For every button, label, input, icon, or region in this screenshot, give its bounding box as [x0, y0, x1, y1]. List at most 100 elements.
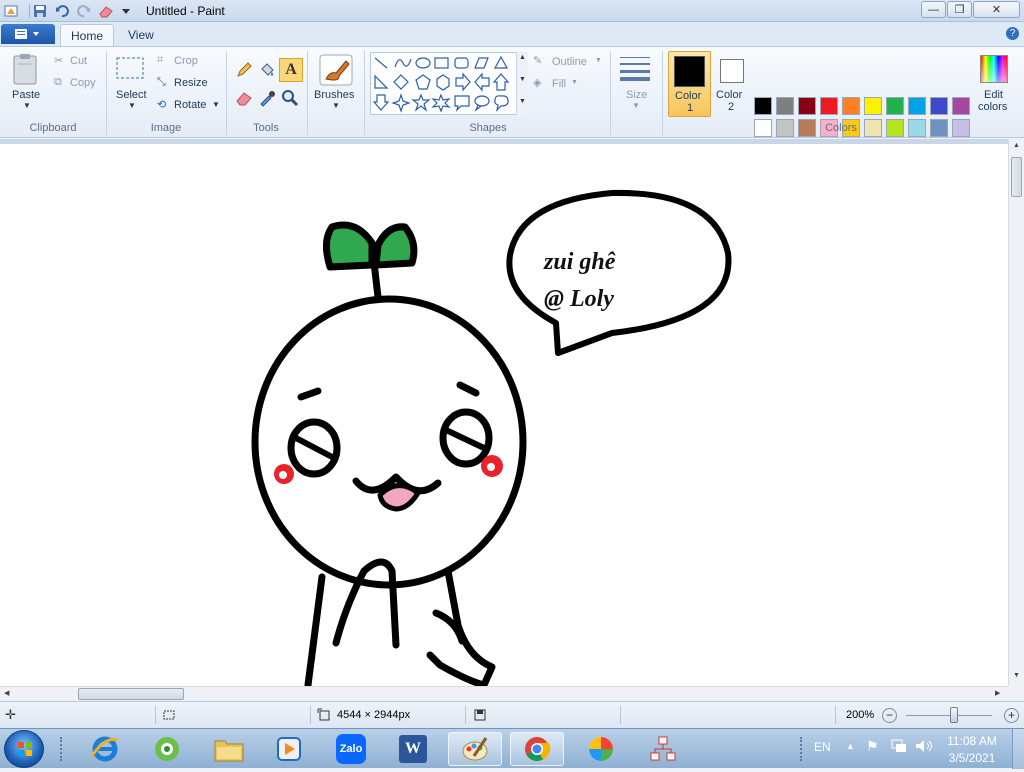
fill-button[interactable]: ◈ Fill ▼: [533, 77, 589, 93]
zoom-in-icon[interactable]: +: [1004, 708, 1019, 723]
color-swatch[interactable]: [930, 97, 948, 115]
color1-number: 1: [687, 102, 694, 114]
pencil-tool[interactable]: [233, 59, 255, 81]
show-desktop-button[interactable]: [1012, 729, 1024, 769]
color-swatch[interactable]: [842, 97, 860, 115]
tab-home[interactable]: Home: [60, 24, 115, 46]
volume-icon[interactable]: [914, 738, 934, 757]
shapes-scroll-up-icon[interactable]: ▲: [519, 54, 526, 61]
shapes-gallery[interactable]: [370, 52, 528, 115]
file-menu-button[interactable]: [1, 24, 55, 44]
copy-button[interactable]: ⧉ Copy: [52, 76, 102, 92]
cut-button[interactable]: ✂ Cut: [52, 54, 100, 70]
color1-label: Color: [675, 90, 702, 102]
redo-icon[interactable]: [76, 3, 92, 19]
eraser-tool[interactable]: [233, 87, 255, 109]
shapes-expand-icon[interactable]: ▼: [519, 98, 526, 105]
fill-icon: ◈: [533, 77, 542, 89]
fill-tool[interactable]: [256, 59, 278, 81]
start-orb-icon[interactable]: [4, 730, 44, 768]
zalo-app[interactable]: Zalo: [324, 732, 378, 766]
eraser-quick-icon[interactable]: [98, 3, 114, 19]
save-icon[interactable]: [32, 3, 48, 19]
paint-app-icon[interactable]: [3, 3, 19, 19]
scroll-right-icon[interactable]: ▶: [995, 689, 1000, 697]
internet-explorer-icon[interactable]: [78, 732, 132, 766]
file-size-icon: [473, 708, 487, 725]
zoom-slider-thumb[interactable]: [950, 707, 958, 723]
color-swatch[interactable]: [886, 97, 904, 115]
color-swatch[interactable]: [754, 97, 772, 115]
minimize-button[interactable]: —: [921, 1, 946, 18]
chrome-icon[interactable]: [510, 732, 564, 766]
scroll-down-icon[interactable]: ▼: [1013, 672, 1020, 679]
file-explorer-icon[interactable]: [202, 732, 256, 766]
drawing-canvas[interactable]: zui ghê @ Loly: [0, 144, 1008, 686]
color-swatch[interactable]: [820, 97, 838, 115]
zoom-slider-track[interactable]: [906, 715, 992, 716]
tab-view[interactable]: View: [118, 24, 164, 46]
rotate-button[interactable]: ⟲ Rotate ▼: [157, 98, 221, 114]
speech-line-1: zui ghê: [544, 249, 616, 275]
shapes-scroll[interactable]: ▲ ▼ ▼: [516, 52, 528, 115]
eyedropper-icon: [260, 91, 275, 107]
color2-button[interactable]: Color 2: [714, 51, 750, 117]
magnifier-tool[interactable]: [279, 87, 301, 109]
color-swatch[interactable]: [864, 97, 882, 115]
color-swatch[interactable]: [952, 97, 970, 115]
select-button[interactable]: Select ▼: [114, 55, 150, 111]
crop-button[interactable]: ⌗ Crop: [157, 54, 207, 70]
color1-button[interactable]: Color 1: [668, 51, 711, 117]
canvas-dimensions: 4544 × 2944px: [337, 709, 411, 721]
edit-colors-label-2: colors: [978, 101, 1008, 113]
action-center-flag-icon[interactable]: ⚑: [866, 738, 879, 755]
cut-label: Cut: [70, 55, 88, 67]
zoom-level: 200%: [846, 709, 875, 721]
outline-icon: ✎: [533, 55, 543, 67]
color-swatch[interactable]: [776, 97, 794, 115]
network-icon[interactable]: [890, 738, 908, 757]
color-app-icon[interactable]: [574, 732, 628, 766]
help-icon[interactable]: ?: [1006, 27, 1019, 40]
undo-icon[interactable]: [54, 3, 70, 19]
edit-colors-button[interactable]: Edit colors: [974, 51, 1014, 117]
maximize-button[interactable]: ❐: [947, 1, 972, 18]
close-button[interactable]: ✕: [973, 1, 1020, 18]
zoom-out-icon[interactable]: −: [882, 708, 897, 723]
show-hidden-icons[interactable]: ▲: [846, 741, 855, 751]
outline-button[interactable]: ✎ Outline ▼: [533, 55, 605, 71]
color-swatch[interactable]: [798, 97, 816, 115]
status-divider: [620, 706, 621, 724]
clock-time[interactable]: 11:08 AM: [944, 734, 1000, 748]
word-app[interactable]: W: [386, 732, 440, 766]
clock-date[interactable]: 3/5/2021: [944, 751, 1000, 765]
color-swatch[interactable]: [908, 97, 926, 115]
language-indicator[interactable]: EN: [814, 740, 831, 754]
paste-button[interactable]: Paste ▼: [10, 53, 44, 110]
crop-label: Crop: [174, 55, 198, 67]
word-icon: W: [399, 735, 427, 763]
text-tool-icon[interactable]: A: [279, 58, 303, 82]
size-button[interactable]: Size ▼: [618, 53, 656, 113]
status-divider: [155, 706, 156, 724]
horizontal-scrollbar[interactable]: ◀ ▶: [0, 686, 1008, 701]
vertical-scroll-thumb[interactable]: [1011, 157, 1022, 197]
resize-button[interactable]: ⤡ Resize: [157, 76, 213, 92]
scroll-up-icon[interactable]: ▲: [1013, 142, 1020, 149]
shapes-scroll-down-icon[interactable]: ▼: [519, 76, 526, 83]
horizontal-scroll-thumb[interactable]: [78, 688, 184, 700]
media-player-icon[interactable]: [262, 732, 316, 766]
paint-taskbar-icon[interactable]: [448, 732, 502, 766]
scroll-left-icon[interactable]: ◀: [4, 689, 9, 697]
customize-quick-access-icon[interactable]: [118, 3, 134, 19]
title-bar: Untitled - Paint — ❐ ✕: [0, 0, 1024, 22]
brushes-dropdown-icon: ▼: [332, 101, 340, 110]
outline-dropdown-icon: ▼: [595, 57, 602, 64]
ribbon-divider: [226, 51, 227, 135]
coccoc-browser-icon[interactable]: [140, 732, 194, 766]
color-picker-tool[interactable]: [256, 87, 278, 109]
select-label: Select: [116, 89, 147, 101]
network-app-icon[interactable]: [636, 732, 690, 766]
brushes-button[interactable]: Brushes ▼: [312, 53, 360, 113]
vertical-scrollbar[interactable]: ▲ ▼: [1008, 139, 1024, 686]
